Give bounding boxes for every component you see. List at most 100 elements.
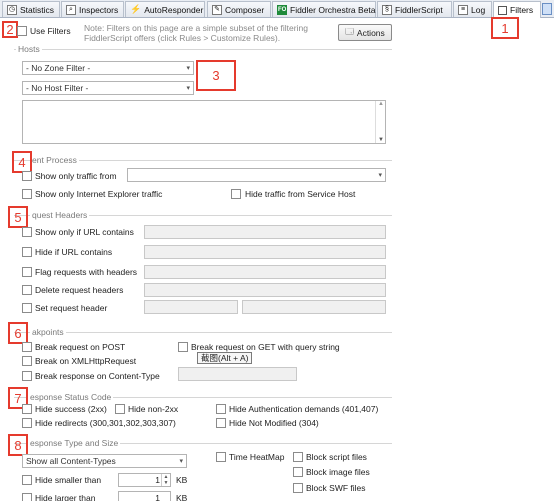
- scroll-up-icon: ▲: [378, 101, 384, 107]
- type-size-title: esponse Type and Size: [28, 438, 121, 448]
- stepper-arrows-icon[interactable]: ▲ ▼: [161, 474, 170, 486]
- actions-button[interactable]: 🗔 Actions: [338, 24, 392, 41]
- delete-request-headers-checkbox[interactable]: [22, 285, 32, 295]
- show-only-from-label: Show only traffic from: [35, 171, 117, 181]
- larger-stepper[interactable]: 1: [118, 491, 171, 501]
- hide-redirects-label: Hide redirects (300,301,302,303,307): [35, 418, 176, 428]
- more-tabs-icon[interactable]: [542, 3, 552, 15]
- hide-smaller-label: Hide smaller than: [35, 475, 102, 485]
- process-dropdown[interactable]: ▾: [127, 168, 386, 182]
- time-heatmap-checkbox[interactable]: [216, 452, 226, 462]
- break-content-type-label: Break response on Content-Type: [35, 371, 160, 381]
- annotation-2: 2: [2, 21, 18, 38]
- show-ie-label: Show only Internet Explorer traffic: [35, 189, 163, 199]
- tab-composer[interactable]: ✎ Composer: [207, 1, 271, 17]
- smaller-stepper[interactable]: 1 ▲ ▼: [118, 473, 171, 487]
- hide-auth-label: Hide Authentication demands (401,407): [229, 404, 379, 414]
- lightning-icon: ⚡: [130, 4, 142, 14]
- set-request-header-checkbox[interactable]: [22, 303, 32, 313]
- hide-larger-checkbox[interactable]: [22, 493, 32, 501]
- hosts-group-line: [14, 49, 392, 50]
- set-header-name-input[interactable]: [144, 300, 238, 314]
- show-if-url-contains-label: Show only if URL contains: [35, 227, 134, 237]
- tab-autoresponder[interactable]: ⚡ AutoResponder: [125, 1, 205, 17]
- hide-success-label: Hide success (2xx): [35, 404, 107, 414]
- block-image-checkbox[interactable]: [293, 467, 303, 477]
- clipped-row: Hide larger than 1 KB: [0, 491, 554, 501]
- status-code-title: esponse Status Code: [28, 392, 114, 402]
- tab-statistics[interactable]: ◷ Statistics: [2, 1, 60, 17]
- hide-redirects-checkbox[interactable]: [22, 418, 32, 428]
- content-types-dropdown[interactable]: Show all Content-Types ▾: [22, 454, 187, 468]
- tab-fiddlerscript[interactable]: § FiddlerScript: [377, 1, 452, 17]
- show-if-url-contains-checkbox[interactable]: [22, 227, 32, 237]
- hide-smaller-checkbox[interactable]: [22, 475, 32, 485]
- flag-headers-input[interactable]: [144, 265, 386, 279]
- annotation-6: 6: [8, 322, 28, 344]
- fo-icon: FO: [277, 4, 287, 15]
- breakpoints-title: akpoints: [30, 327, 66, 337]
- break-content-type-checkbox[interactable]: [22, 371, 32, 381]
- block-image-label: Block image files: [306, 467, 370, 477]
- delete-request-headers-label: Delete request headers: [35, 285, 124, 295]
- annotation-5: 5: [8, 206, 28, 228]
- hide-not-modified-checkbox[interactable]: [216, 418, 226, 428]
- block-script-checkbox[interactable]: [293, 452, 303, 462]
- content-type-input[interactable]: [178, 367, 297, 381]
- set-request-header-label: Set request header: [35, 303, 108, 313]
- hide-non2xx-checkbox[interactable]: [115, 404, 125, 414]
- flag-requests-checkbox[interactable]: [22, 267, 32, 277]
- scroll-down-icon: ▼: [378, 137, 384, 143]
- break-xml-checkbox[interactable]: [22, 356, 32, 366]
- breakpoints-line: [14, 332, 392, 333]
- hosts-textarea[interactable]: ▲ ▼: [22, 100, 386, 144]
- set-header-value-input[interactable]: [242, 300, 386, 314]
- tab-log[interactable]: ≡ Log: [453, 1, 492, 17]
- hide-service-host-checkbox[interactable]: [231, 189, 241, 199]
- break-get-label: Break request on GET with query string: [191, 342, 340, 352]
- zone-filter-dropdown[interactable]: - No Zone Filter - ▾: [22, 61, 194, 75]
- chevron-down-icon: ▾: [179, 458, 183, 465]
- delete-headers-input[interactable]: [144, 283, 386, 297]
- show-url-input[interactable]: [144, 225, 386, 239]
- hide-service-host-label: Hide traffic from Service Host: [245, 189, 356, 199]
- tab-inspectors[interactable]: ⌕ Inspectors: [61, 1, 124, 17]
- statistics-icon: ◷: [7, 4, 17, 15]
- tab-bar: ◷ Statistics ⌕ Inspectors ⚡ AutoResponde…: [0, 0, 554, 18]
- tab-filters[interactable]: Filters: [493, 1, 541, 18]
- composer-icon: ✎: [212, 4, 222, 15]
- chevron-down-icon: ▾: [186, 85, 190, 92]
- host-filter-dropdown[interactable]: - No Host Filter - ▾: [22, 81, 194, 95]
- hide-if-url-contains-checkbox[interactable]: [22, 247, 32, 257]
- hide-url-input[interactable]: [144, 245, 386, 259]
- log-icon: ≡: [458, 4, 468, 15]
- show-only-from-checkbox[interactable]: [22, 171, 32, 181]
- time-heatmap-label: Time HeatMap: [229, 452, 285, 462]
- annotation-8: 8: [8, 434, 28, 456]
- chevron-down-icon: ▾: [378, 172, 382, 179]
- hide-auth-checkbox[interactable]: [216, 404, 226, 414]
- annotation-1: 1: [491, 17, 519, 39]
- hide-not-modified-label: Hide Not Modified (304): [229, 418, 319, 428]
- break-post-label: Break request on POST: [35, 342, 126, 352]
- scrollbar[interactable]: ▲ ▼: [375, 101, 385, 143]
- hide-non2xx-label: Hide non-2xx: [128, 404, 179, 414]
- actions-icon: 🗔: [345, 26, 354, 36]
- annotation-3: 3: [196, 60, 236, 91]
- client-process-title: ent Process: [30, 155, 79, 165]
- kb-label-2: KB: [176, 493, 188, 501]
- block-script-label: Block script files: [306, 452, 367, 462]
- hide-success-checkbox[interactable]: [22, 404, 32, 414]
- inspectors-icon: ⌕: [66, 4, 76, 15]
- show-ie-checkbox[interactable]: [22, 189, 32, 199]
- break-post-checkbox[interactable]: [22, 342, 32, 352]
- use-filters-checkbox[interactable]: [17, 26, 27, 36]
- request-headers-title: quest Headers: [30, 210, 90, 220]
- hide-if-url-contains-label: Hide if URL contains: [35, 247, 113, 257]
- break-xml-label: Break on XMLHttpRequest: [35, 356, 137, 366]
- screenshot-tooltip: 截图(Alt + A): [197, 352, 253, 364]
- kb-label: KB: [176, 475, 188, 485]
- annotation-4: 4: [12, 151, 32, 173]
- break-get-checkbox[interactable]: [178, 342, 188, 352]
- tab-fiddler-orchestra[interactable]: FO Fiddler Orchestra Beta: [272, 1, 376, 17]
